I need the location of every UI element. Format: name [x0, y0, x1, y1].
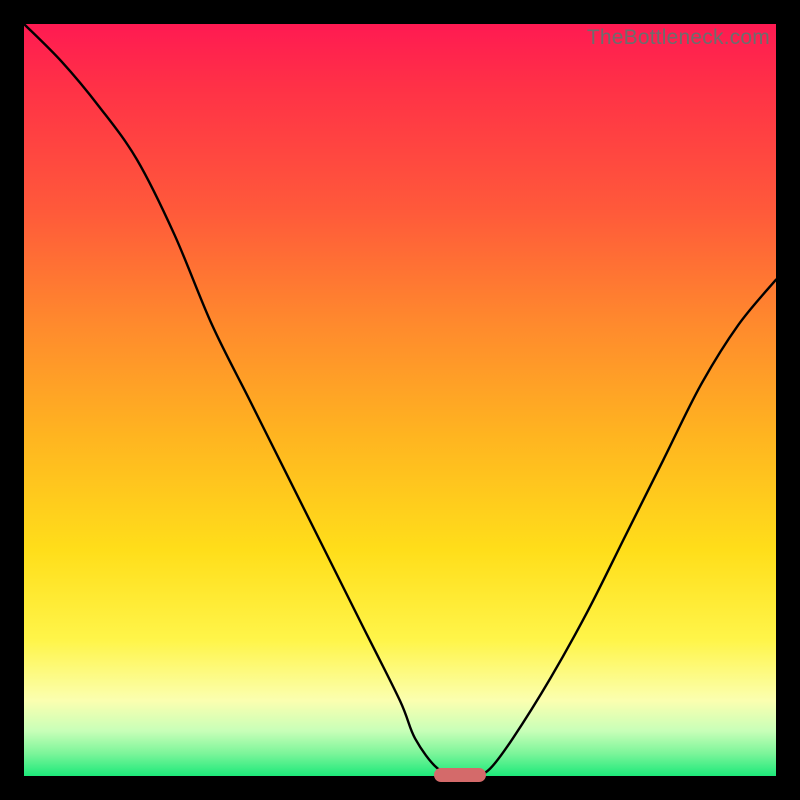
bottleneck-curve [24, 24, 776, 776]
optimal-marker [434, 768, 487, 782]
chart-frame: TheBottleneck.com [0, 0, 800, 800]
plot-area: TheBottleneck.com [24, 24, 776, 776]
